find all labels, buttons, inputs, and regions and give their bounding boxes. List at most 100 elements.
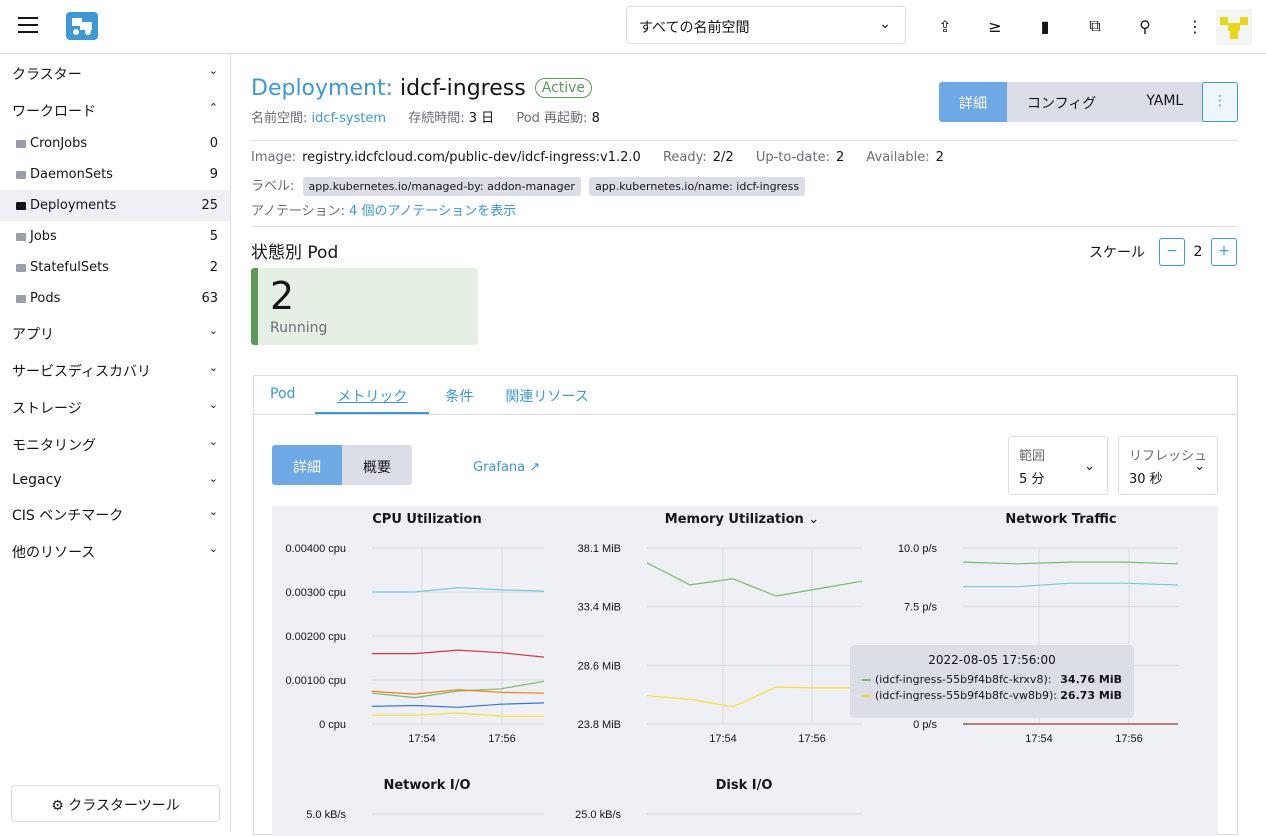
sidebar-group-service-discovery[interactable]: サービスディスカバリ ⌄: [0, 351, 230, 388]
sidebar-item-label: CronJobs: [30, 136, 88, 151]
series-line: [646, 562, 863, 597]
app-logo[interactable]: [66, 12, 98, 40]
sidebar-item-statefulsets[interactable]: StatefulSets 2: [0, 252, 230, 283]
label-tag: app.kubernetes.io/name: idcf-ingress: [589, 177, 806, 196]
labels-row: ラベル: app.kubernetes.io/managed-by: addon…: [251, 175, 806, 196]
resource-kind[interactable]: Deployment:: [251, 76, 393, 101]
y-tick-label: 0.00200 cpu: [285, 631, 346, 643]
sidebar-group-other-resources[interactable]: 他のリソース ⌄: [0, 532, 230, 569]
series-swatch: [862, 694, 871, 697]
tooltip-time: 2022-08-05 17:56:00: [928, 653, 1056, 667]
series-line: [371, 702, 545, 708]
y-tick-label: 38.1 MiB: [578, 543, 621, 555]
sidebar-item-label: StatefulSets: [30, 260, 109, 275]
sidebar-item-count: 5: [209, 229, 218, 244]
y-tick-label: 0.00400 cpu: [285, 543, 346, 555]
scale-up-button[interactable]: +: [1211, 238, 1237, 266]
y-tick-label: 23.8 MiB: [578, 719, 621, 731]
tab-pod[interactable]: Pod: [254, 376, 311, 414]
file-icon[interactable]: ▮: [1020, 12, 1070, 40]
annotations-link[interactable]: 4 個のアノテーションを表示: [349, 204, 516, 219]
age-label: 存続時間:: [408, 111, 465, 126]
series-line: [372, 649, 545, 658]
y-tick-label: 0.00100 cpu: [285, 675, 346, 687]
y-tick-label: 0 p/s: [913, 719, 937, 731]
sidebar-item-deployments[interactable]: Deployments 25: [0, 190, 230, 221]
tab-yaml[interactable]: YAML: [1116, 82, 1214, 122]
chevron-down-icon: ⌄: [208, 472, 218, 485]
mode-summary-button[interactable]: 概要: [342, 445, 412, 485]
sidebar-group-monitoring[interactable]: モニタリング ⌄: [0, 425, 230, 462]
sidebar-group-label: ストレージ: [12, 401, 82, 417]
sidebar-item-label: Deployments: [30, 198, 117, 213]
sidebar-item-jobs[interactable]: Jobs 5: [0, 221, 230, 252]
chevron-down-icon: ⌄: [208, 542, 218, 555]
sidebar-group-cis-benchmark[interactable]: CIS ベンチマーク ⌄: [0, 495, 230, 532]
sidebar-group-label: Legacy: [12, 472, 62, 488]
sidebar-group-storage[interactable]: ストレージ ⌄: [0, 388, 230, 425]
status-badge: Active: [534, 78, 592, 98]
upload-icon[interactable]: ⇪: [920, 12, 970, 40]
namespace-link[interactable]: idcf-system: [312, 111, 387, 126]
sidebar-item-cronjobs[interactable]: CronJobs 0: [0, 128, 230, 159]
tab-metrics[interactable]: メトリック: [315, 376, 430, 414]
menu-icon[interactable]: [18, 17, 38, 33]
namespace-select[interactable]: すべての名前空間 ⌄: [626, 6, 906, 44]
y-tick-label: 25.0 kB/s: [575, 809, 621, 821]
sidebar-group-legacy[interactable]: Legacy ⌄: [0, 462, 230, 495]
sidebar-group-label: クラスター: [12, 67, 82, 83]
series-line: [372, 712, 544, 717]
available-value: 2: [935, 150, 944, 165]
copy-icon[interactable]: ⧉: [1070, 12, 1120, 40]
charts-area: CPU Utilization Memory Utilization ⌄ Net…: [272, 506, 1218, 836]
chevron-down-icon: ⌄: [1194, 459, 1205, 474]
scale-down-button[interactable]: −: [1159, 238, 1185, 266]
sidebar-group-cluster[interactable]: クラスター ⌄: [0, 54, 230, 91]
more-vertical-icon[interactable]: ⋮: [1170, 12, 1220, 40]
labels-label: ラベル:: [251, 179, 295, 194]
terminal-icon[interactable]: ≥: [970, 12, 1020, 40]
cluster-tools-button[interactable]: ⚙ クラスターツール: [11, 785, 220, 822]
tab-config[interactable]: コンフィグ: [1007, 82, 1117, 122]
namespace-label: 名前空間:: [251, 111, 308, 126]
scale-label: スケール: [1089, 245, 1145, 261]
running-count: 2: [270, 274, 295, 318]
sidebar-group-workload[interactable]: ワークロード ⌃: [0, 91, 230, 128]
resource-name: idcf-ingress: [399, 76, 526, 101]
mode-detail-button[interactable]: 詳細: [272, 445, 342, 485]
sidebar-item-daemonsets[interactable]: DaemonSets 9: [0, 159, 230, 190]
namespace-select-value: すべての名前空間: [639, 20, 750, 36]
sidebar-item-pods[interactable]: Pods 63: [0, 283, 230, 314]
y-tick-label: 10.0 p/s: [898, 543, 938, 555]
sidebar-group-label: 他のリソース: [12, 545, 96, 561]
more-actions-button[interactable]: ⋮: [1202, 82, 1238, 122]
divider: [251, 226, 1238, 227]
grafana-link[interactable]: Grafana ↗: [473, 460, 540, 475]
metrics-panel: Pod メトリック 条件 関連リソース 詳細 概要 Grafana ↗ 範囲 5…: [253, 375, 1238, 836]
y-tick-label: 28.6 MiB: [578, 660, 621, 672]
tooltip-series-name: (idcf-ingress-55b9f4b8fc-vw8b9):: [875, 689, 1058, 702]
x-tick-label: 17:56: [1115, 733, 1143, 745]
tab-details[interactable]: 詳細: [939, 82, 1007, 122]
folder-icon: [16, 139, 26, 148]
sidebar-group-apps[interactable]: アプリ ⌄: [0, 314, 230, 351]
chart-tooltip: 2022-08-05 17:56:00 (idcf-ingress-55b9f4…: [850, 645, 1134, 718]
annotations-row: アノテーション: 4 個のアノテーションを表示: [251, 200, 516, 219]
details-row: Image: registry.idcfcloud.com/public-dev/…: [251, 150, 962, 165]
search-icon[interactable]: ⚲: [1120, 12, 1170, 40]
restarts-value: 8: [591, 111, 600, 126]
tooltip-series-name: (idcf-ingress-55b9f4b8fc-krxv8):: [875, 673, 1052, 686]
refresh-select[interactable]: リフレッシュ 30 秒 ⌄: [1118, 436, 1218, 495]
range-select[interactable]: 範囲 5 分 ⌄: [1008, 436, 1108, 495]
sidebar-item-count: 25: [201, 198, 218, 213]
annotations-label: アノテーション:: [251, 204, 345, 219]
ready-value: 2/2: [712, 150, 734, 165]
image-value: registry.idcfcloud.com/public-dev/idcf-i…: [302, 150, 641, 165]
chevron-down-icon: ⌄: [208, 398, 218, 411]
folder-icon: [16, 201, 26, 210]
tab-conditions[interactable]: 条件: [429, 376, 489, 414]
avatar[interactable]: [1216, 9, 1252, 45]
sidebar-item-label: DaemonSets: [30, 167, 113, 182]
tooltip-series-value: 34.76 MiB: [1060, 673, 1122, 686]
tab-related-resources[interactable]: 関連リソース: [489, 376, 604, 414]
